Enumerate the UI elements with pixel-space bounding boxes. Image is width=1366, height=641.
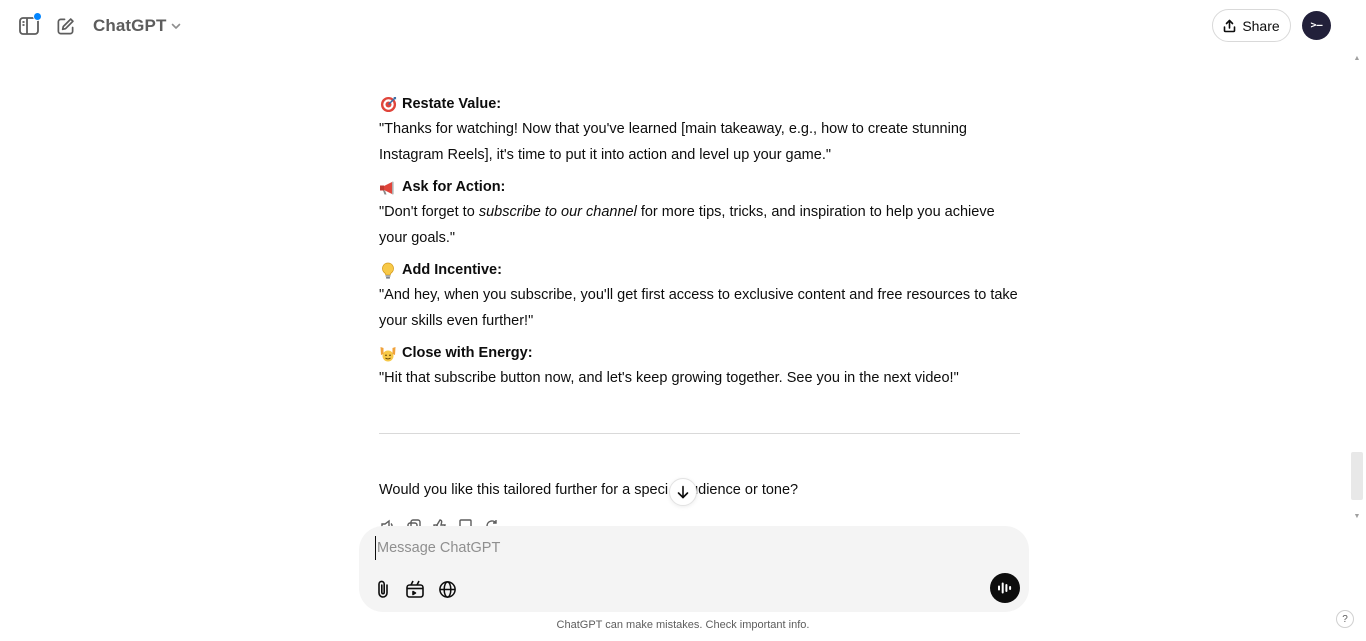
notification-dot [33, 12, 42, 21]
megaphone-icon [379, 179, 397, 197]
message-input[interactable] [375, 536, 975, 560]
section-title: Ask for Action: [402, 178, 506, 195]
section-title: Close with Energy: [402, 344, 533, 361]
section-text: "Don't forget to subscribe to our channe… [379, 200, 1020, 251]
scroll-down-arrow-icon[interactable]: ▼ [1352, 512, 1362, 522]
followup-before: Would you like this tailored further for… [379, 482, 669, 498]
share-button[interactable]: Share [1212, 9, 1291, 42]
section-heading: Ask for Action: [379, 175, 1020, 200]
message-composer [359, 526, 1029, 612]
section-title: Add Incentive: [402, 261, 502, 278]
model-name: ChatGPT [93, 16, 167, 35]
divider [379, 433, 1020, 434]
disclaimer-text: ChatGPT can make mistakes. Check importa… [556, 619, 810, 631]
help-button[interactable]: ? [1336, 610, 1354, 628]
sidebar-toggle-icon[interactable] [17, 12, 42, 38]
globe-icon[interactable] [436, 578, 458, 600]
share-label: Share [1242, 17, 1280, 34]
top-bar: ChatGPT Share >‒ [0, 0, 1366, 52]
scroll-to-bottom-button[interactable] [669, 478, 697, 506]
raised-hands-icon [379, 345, 397, 363]
section-close-with-energy: Close with Energy: "Hit that subscribe b… [379, 341, 1020, 392]
section-heading: Restate Value: [379, 92, 1020, 117]
section-text: "Hit that subscribe button now, and let'… [379, 370, 959, 386]
section-ask-for-action: Ask for Action: "Don't forget to subscri… [379, 175, 1020, 251]
help-label: ? [1342, 613, 1348, 625]
followup-question: Would you like this tailored further for… [379, 478, 798, 503]
scrollbar-thumb[interactable] [1351, 452, 1363, 500]
avatar-text: >‒ [1310, 20, 1323, 31]
assistant-message: Restate Value: "Thanks for watching! Now… [379, 92, 1020, 399]
target-icon [379, 96, 397, 114]
chevron-down-icon [172, 23, 181, 29]
model-picker[interactable]: ChatGPT [86, 10, 189, 42]
tools-icon[interactable] [404, 578, 426, 600]
followup-after: udience or tone? [690, 482, 799, 498]
section-heading: Close with Energy: [379, 341, 1020, 366]
emphasis-text: subscribe to our channel [478, 204, 637, 220]
attach-icon[interactable] [372, 578, 394, 600]
voice-mode-button[interactable] [990, 573, 1020, 603]
arrow-down-icon [677, 485, 689, 499]
waveform-icon [998, 582, 1012, 594]
section-heading: Add Incentive: [379, 258, 1020, 283]
share-icon [1224, 19, 1236, 32]
new-chat-icon[interactable] [53, 14, 77, 38]
section-title: Restate Value: [402, 95, 502, 112]
text-before: "Don't forget to [379, 204, 479, 220]
section-text: "And hey, when you subscribe, you'll get… [379, 287, 1018, 329]
avatar[interactable]: >‒ [1302, 11, 1331, 40]
section-restate-value: Restate Value: "Thanks for watching! Now… [379, 92, 1020, 168]
scroll-up-arrow-icon[interactable]: ▲ [1352, 54, 1362, 64]
lightbulb-icon [379, 262, 397, 280]
section-add-incentive: Add Incentive: "And hey, when you subscr… [379, 258, 1020, 334]
section-text: "Thanks for watching! Now that you've le… [379, 121, 967, 163]
